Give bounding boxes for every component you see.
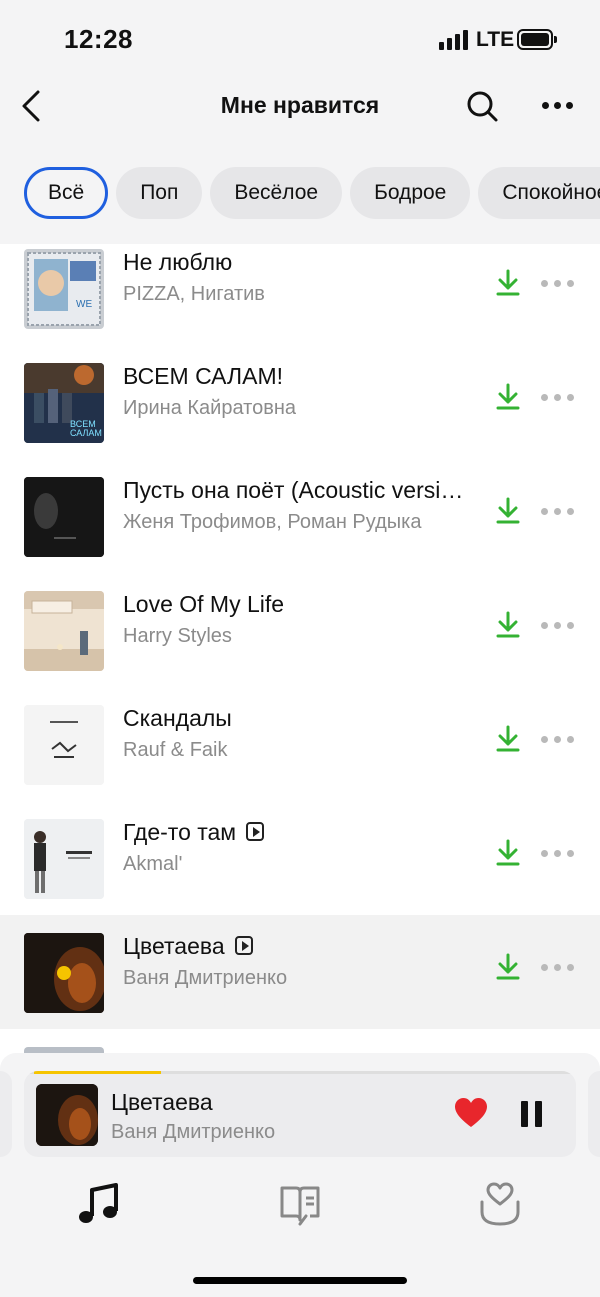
signal-icon	[439, 30, 469, 50]
music-note-icon[interactable]	[70, 1180, 130, 1230]
status-time: 12:28	[64, 24, 133, 54]
album-cover	[24, 933, 104, 1013]
track-title: Цветаева	[123, 933, 473, 960]
chip-all[interactable]: Всё	[24, 167, 109, 219]
track-artist: Ваня Дмитриенко	[123, 967, 288, 989]
track-more-icon[interactable]	[541, 736, 575, 744]
search-icon[interactable]	[464, 88, 500, 124]
mini-player[interactable]: Цветаева Ваня Дмитриенко	[24, 1071, 576, 1157]
track-row[interactable]: WE Не люблю PIZZA, Нигатив	[0, 231, 600, 345]
chip-cheerful[interactable]: Весёлое	[210, 167, 343, 219]
track-artist: Harry Styles	[123, 625, 232, 647]
downloaded-icon	[496, 497, 520, 524]
pause-icon[interactable]	[521, 1101, 543, 1127]
track-artist: Ирина Кайратовна	[123, 397, 296, 419]
playback-progress-fill	[34, 1071, 161, 1074]
status-bar: 12:28 LTE	[0, 0, 600, 80]
now-playing-cover	[36, 1084, 98, 1146]
video-clip-icon	[234, 936, 253, 955]
track-more-icon[interactable]	[541, 850, 575, 858]
header-area: 12:28 LTE Мне нравится Всё Поп Весёлое Бодр…	[0, 0, 600, 244]
video-clip-icon	[246, 822, 265, 841]
album-cover	[24, 477, 104, 557]
more-options-icon[interactable]	[538, 102, 578, 112]
track-artist: Akmal'	[123, 853, 183, 875]
track-row[interactable]: ВСЕМ САЛАМ ВСЕМ САЛАМ! Ирина Кайратовна	[0, 345, 600, 459]
chip-pop[interactable]: Поп	[116, 167, 203, 219]
chip-calm[interactable]: Спокойное	[478, 167, 600, 219]
downloaded-icon	[496, 839, 520, 866]
track-row-playing[interactable]: Цветаева Ваня Дмитриенко	[0, 915, 600, 1029]
downloaded-icon	[496, 383, 520, 410]
album-cover	[24, 705, 104, 785]
battery-icon	[517, 29, 557, 50]
track-title: Love Of My Life	[123, 591, 285, 617]
filter-chips: Всё Поп Весёлое Бодрое Спокойное	[24, 167, 600, 223]
downloaded-icon	[496, 269, 520, 296]
downloaded-icon	[496, 953, 520, 980]
track-more-icon[interactable]	[541, 280, 575, 288]
track-artist: PIZZA, Нигатив	[123, 283, 265, 305]
now-playing-artist: Ваня Дмитриенко	[111, 1121, 276, 1143]
track-title: Пусть она поёт (Acoustic version)	[123, 477, 473, 503]
playback-progress[interactable]	[24, 1071, 576, 1074]
track-more-icon[interactable]	[541, 508, 575, 516]
heart-hands-icon[interactable]	[470, 1180, 530, 1230]
home-indicator[interactable]	[193, 1277, 407, 1284]
heart-icon[interactable]	[454, 1097, 488, 1129]
album-cover: ВСЕМ САЛАМ	[24, 363, 104, 443]
next-track-card[interactable]	[588, 1071, 600, 1157]
now-playing-title: Цветаева	[111, 1089, 213, 1115]
track-title-text: Цветаева	[123, 933, 225, 959]
album-cover: WE	[24, 249, 104, 329]
prev-track-card[interactable]	[0, 1071, 12, 1157]
track-title-text: Где-то там	[123, 819, 237, 845]
track-artist: Женя Трофимов, Роман Рудыка	[123, 511, 422, 533]
track-title: Скандалы	[123, 705, 232, 731]
track-more-icon[interactable]	[541, 964, 575, 972]
track-row[interactable]: Где-то там Akmal'	[0, 801, 600, 915]
track-title: Не люблю	[123, 249, 233, 275]
network-label: LTE	[476, 28, 515, 51]
track-row[interactable]: Пусть она поёт (Acoustic version) Женя Т…	[0, 459, 600, 573]
downloaded-icon	[496, 725, 520, 752]
track-row[interactable]: Скандалы Rauf & Faik	[0, 687, 600, 801]
track-artist: Rauf & Faik	[123, 739, 228, 761]
tab-bar	[0, 1180, 600, 1240]
book-icon[interactable]	[270, 1180, 330, 1230]
downloaded-icon	[496, 611, 520, 638]
svg-text:WE: WE	[76, 299, 92, 310]
svg-text:САЛАМ: САЛАМ	[70, 428, 102, 438]
track-row[interactable]: Love Of My Life Harry Styles	[0, 573, 600, 687]
track-more-icon[interactable]	[541, 622, 575, 630]
nav-bar: Мне нравится	[0, 80, 600, 136]
track-more-icon[interactable]	[541, 394, 575, 402]
album-cover	[24, 591, 104, 671]
page-title: Мне нравится	[220, 92, 380, 118]
track-title: ВСЕМ САЛАМ!	[123, 363, 284, 389]
track-title: Где-то там	[123, 819, 473, 846]
album-cover	[24, 819, 104, 899]
chip-energetic[interactable]: Бодрое	[350, 167, 471, 219]
